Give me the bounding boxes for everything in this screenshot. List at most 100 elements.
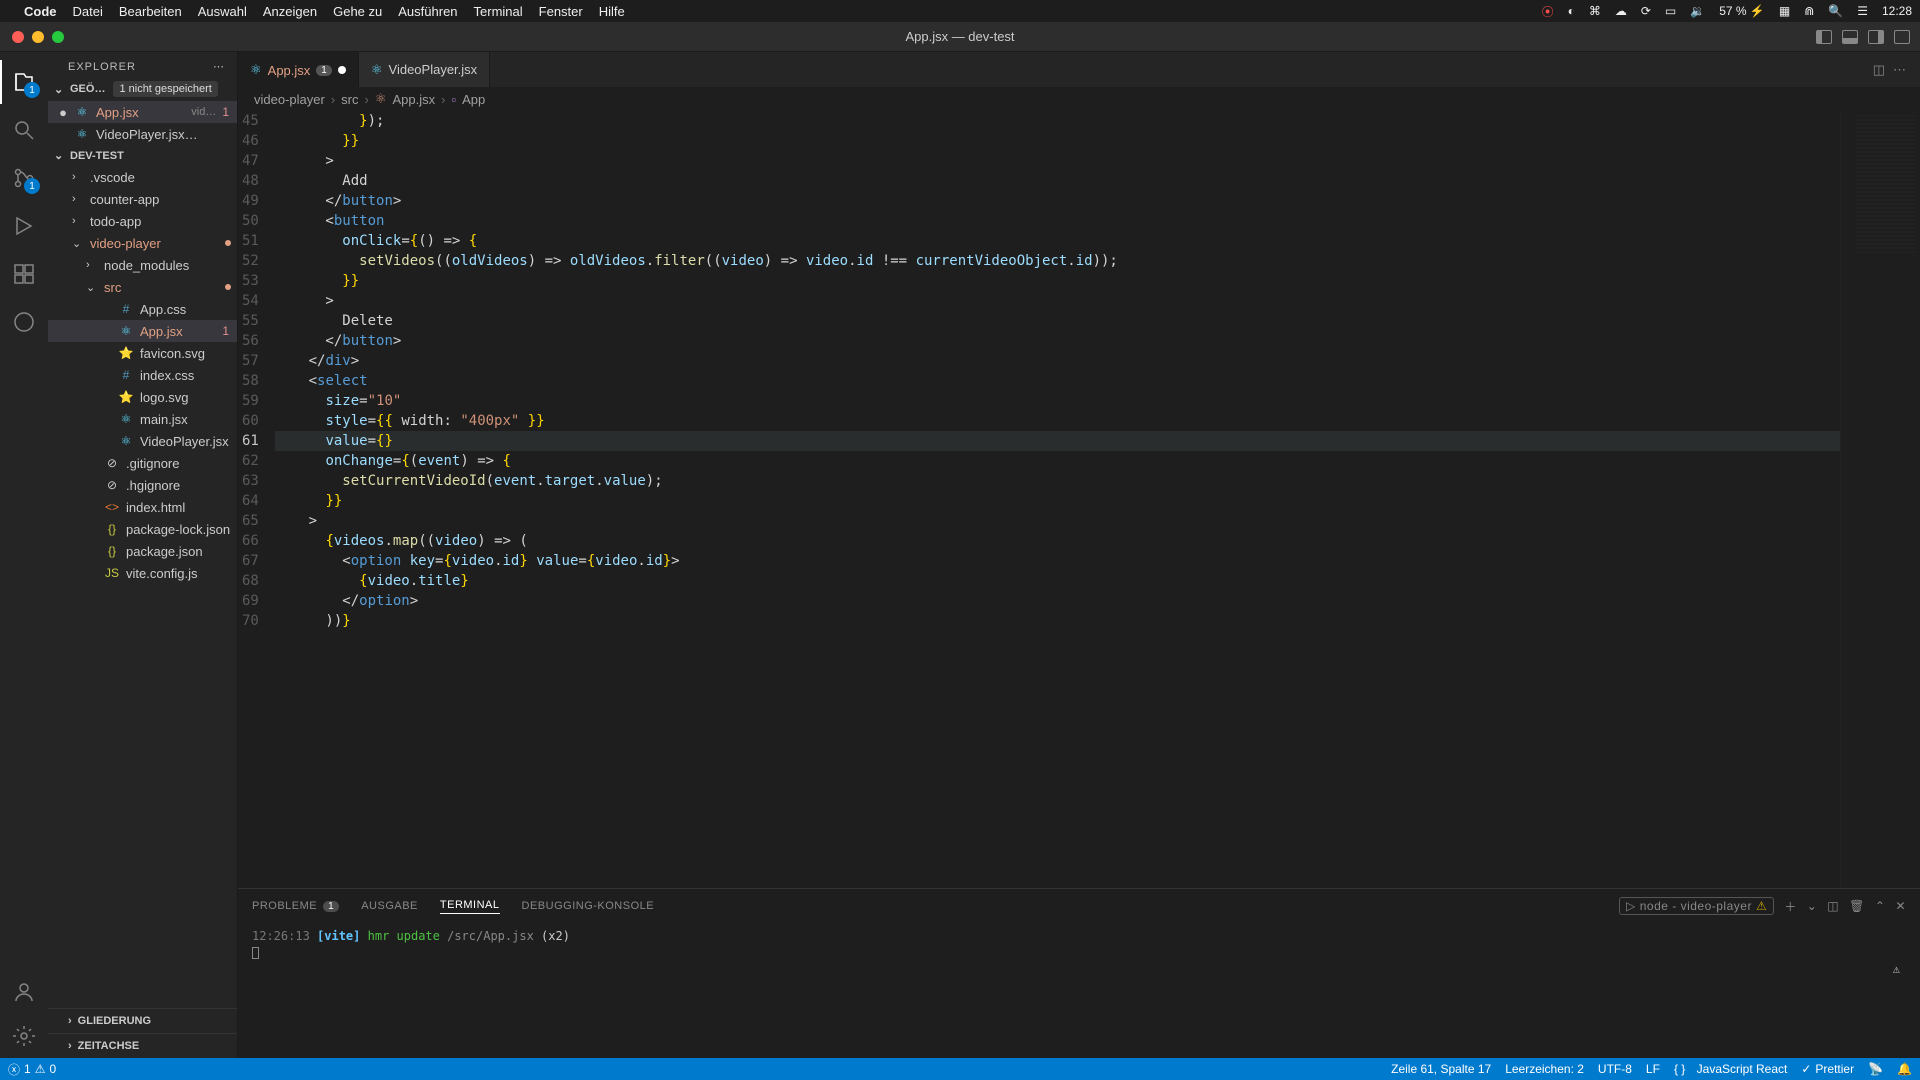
layout-customize-icon[interactable] <box>1894 30 1910 44</box>
menubar-ausfuehren[interactable]: Ausführen <box>398 4 457 19</box>
menubar-status-volume-icon[interactable]: 🔉 <box>1690 4 1705 18</box>
panel-close-icon[interactable]: ✕ <box>1895 899 1906 913</box>
tab-app-jsx[interactable]: ⚛ App.jsx 1 <box>238 52 359 87</box>
tab-more-icon[interactable]: ⋯ <box>1893 62 1906 78</box>
menubar-bearbeiten[interactable]: Bearbeiten <box>119 4 182 19</box>
open-editor-item[interactable]: ⚛ VideoPlayer.jsx… <box>48 123 237 145</box>
file-item[interactable]: #index.css <box>48 364 237 386</box>
file-item[interactable]: ⭐favicon.svg <box>48 342 237 364</box>
menubar-fenster[interactable]: Fenster <box>539 4 583 19</box>
open-editors-header[interactable]: ⌄ GEÖ… 1 nicht gespeichert <box>48 77 237 101</box>
status-cursor-position[interactable]: Zeile 61, Spalte 17 <box>1391 1062 1491 1076</box>
file-item[interactable]: ⚛App.jsx1 <box>48 320 237 342</box>
panel-tab-debug[interactable]: DEBUGGING-KONSOLE <box>522 900 655 912</box>
terminal-dropdown-icon[interactable]: ⌄ <box>1807 899 1818 913</box>
code-editor[interactable]: 4546474849505152535455565758596061626364… <box>238 111 1840 888</box>
layout-panel-icon[interactable] <box>1842 30 1858 44</box>
status-errors[interactable]: ⓧ1 ⚠0 <box>8 1061 56 1078</box>
panel-tab-terminal[interactable]: TERMINAL <box>440 899 500 914</box>
menubar-datei[interactable]: Datei <box>73 4 103 19</box>
menubar-hilfe[interactable]: Hilfe <box>599 4 625 19</box>
menubar-gehezu[interactable]: Gehe zu <box>333 4 382 19</box>
status-eol[interactable]: LF <box>1646 1062 1660 1076</box>
activity-settings[interactable] <box>0 1014 48 1058</box>
menubar-status-search-icon[interactable]: 🔍 <box>1828 4 1843 18</box>
file-item[interactable]: #App.css <box>48 298 237 320</box>
file-item[interactable]: ⊘.hgignore <box>48 474 237 496</box>
activity-source-control[interactable]: 1 <box>0 156 48 200</box>
menubar-auswahl[interactable]: Auswahl <box>198 4 247 19</box>
tree-item-label: video-player <box>90 236 219 251</box>
split-terminal-icon[interactable]: ◫ <box>1827 899 1839 913</box>
menubar-app-name[interactable]: Code <box>24 4 57 19</box>
menubar-status-control-icon[interactable]: ☰ <box>1857 4 1868 18</box>
activity-remote[interactable] <box>0 300 48 344</box>
breadcrumb-segment[interactable]: App <box>462 92 485 107</box>
outline-section[interactable]: ›GLIEDERUNG <box>48 1008 237 1033</box>
terminal-task-indicator[interactable]: ▷ node - video-player ⚠ <box>1619 897 1774 915</box>
file-item[interactable]: ⚛VideoPlayer.jsx <box>48 430 237 452</box>
menubar-status-icon-2[interactable]: ⌘ <box>1589 4 1601 18</box>
explorer-more-icon[interactable]: ⋯ <box>213 60 225 73</box>
window-close-button[interactable] <box>12 31 24 43</box>
status-bell-icon[interactable]: 🔔 <box>1897 1062 1912 1076</box>
minimap[interactable] <box>1840 111 1920 888</box>
layout-sidebar-left-icon[interactable] <box>1816 30 1832 44</box>
breadcrumb-segment[interactable]: App.jsx <box>393 92 436 107</box>
file-item[interactable]: <>index.html <box>48 496 237 518</box>
activity-accounts[interactable] <box>0 970 48 1014</box>
file-item[interactable]: JSvite.config.js <box>48 562 237 584</box>
menubar-anzeigen[interactable]: Anzeigen <box>263 4 317 19</box>
activity-run-debug[interactable] <box>0 204 48 248</box>
menubar-time[interactable]: 12:28 <box>1882 4 1912 18</box>
breadcrumb-segment[interactable]: src <box>341 92 358 107</box>
workspace-header[interactable]: ⌄ DEV-TEST <box>48 145 237 166</box>
folder-item[interactable]: ⌄src <box>48 276 237 298</box>
file-item[interactable]: ⭐logo.svg <box>48 386 237 408</box>
folder-item[interactable]: ›counter-app <box>48 188 237 210</box>
panel-tab-problems[interactable]: PROBLEME 1 <box>252 900 339 912</box>
menubar-terminal[interactable]: Terminal <box>474 4 523 19</box>
status-prettier[interactable]: ✓Prettier <box>1801 1062 1854 1076</box>
menubar-status-rec-icon[interactable]: ⦿ <box>1542 3 1554 20</box>
check-icon: ✓ <box>1801 1062 1811 1076</box>
status-feedback-icon[interactable]: 📡 <box>1868 1062 1883 1076</box>
open-editor-item[interactable]: ● ⚛ App.jsx vid… 1 <box>48 101 237 123</box>
folder-item[interactable]: ⌄video-player <box>48 232 237 254</box>
breadcrumb-segment[interactable]: video-player <box>254 92 325 107</box>
window-zoom-button[interactable] <box>52 31 64 43</box>
menubar-battery[interactable]: 57 % ⚡ <box>1719 4 1765 18</box>
folder-item[interactable]: ›.vscode <box>48 166 237 188</box>
activity-search[interactable] <box>0 108 48 152</box>
status-encoding[interactable]: UTF-8 <box>1598 1062 1632 1076</box>
window-minimize-button[interactable] <box>32 31 44 43</box>
layout-sidebar-right-icon[interactable] <box>1868 30 1884 44</box>
menubar-status-wifi-icon[interactable]: ⋒ <box>1804 4 1814 18</box>
terminal-output[interactable]: 12:26:13 [vite] hmr update /src/App.jsx … <box>238 923 1920 1058</box>
panel-maximize-icon[interactable]: ⌃ <box>1875 899 1886 913</box>
activity-extensions[interactable] <box>0 252 48 296</box>
file-item[interactable]: {}package.json <box>48 540 237 562</box>
folder-item[interactable]: ›todo-app <box>48 210 237 232</box>
kill-terminal-icon[interactable]: 🗑 <box>1849 899 1865 913</box>
activity-explorer[interactable]: 1 <box>0 60 48 104</box>
status-language[interactable]: { } JavaScript React <box>1674 1062 1787 1076</box>
file-item[interactable]: ⊘.gitignore <box>48 452 237 474</box>
menubar-status-display-icon[interactable]: ▭ <box>1665 4 1676 18</box>
file-type-icon: {} <box>104 522 120 536</box>
menubar-status-icon-4[interactable]: ⟳ <box>1641 4 1651 18</box>
menubar-status-grid-icon[interactable]: ▦ <box>1779 4 1790 18</box>
split-editor-icon[interactable]: ◫ <box>1873 62 1885 78</box>
breadcrumb[interactable]: video-player› src› ⚛ App.jsx› ▫ App <box>238 87 1920 111</box>
status-indentation[interactable]: Leerzeichen: 2 <box>1505 1062 1584 1076</box>
folder-item[interactable]: ›node_modules <box>48 254 237 276</box>
file-item[interactable]: ⚛main.jsx <box>48 408 237 430</box>
terminal-bell-warning-icon[interactable]: ⚠ <box>1893 962 1900 976</box>
menubar-status-cloud-icon[interactable]: ☁︎ <box>1615 4 1627 18</box>
timeline-section[interactable]: ›ZEITACHSE <box>48 1033 237 1058</box>
menubar-status-icon-1[interactable]: ◐ <box>1568 4 1575 18</box>
tab-videoplayer-jsx[interactable]: ⚛ VideoPlayer.jsx <box>359 52 490 87</box>
panel-tab-output[interactable]: AUSGABE <box>361 900 418 912</box>
new-terminal-icon[interactable]: ＋ <box>1784 898 1797 915</box>
file-item[interactable]: {}package-lock.json <box>48 518 237 540</box>
